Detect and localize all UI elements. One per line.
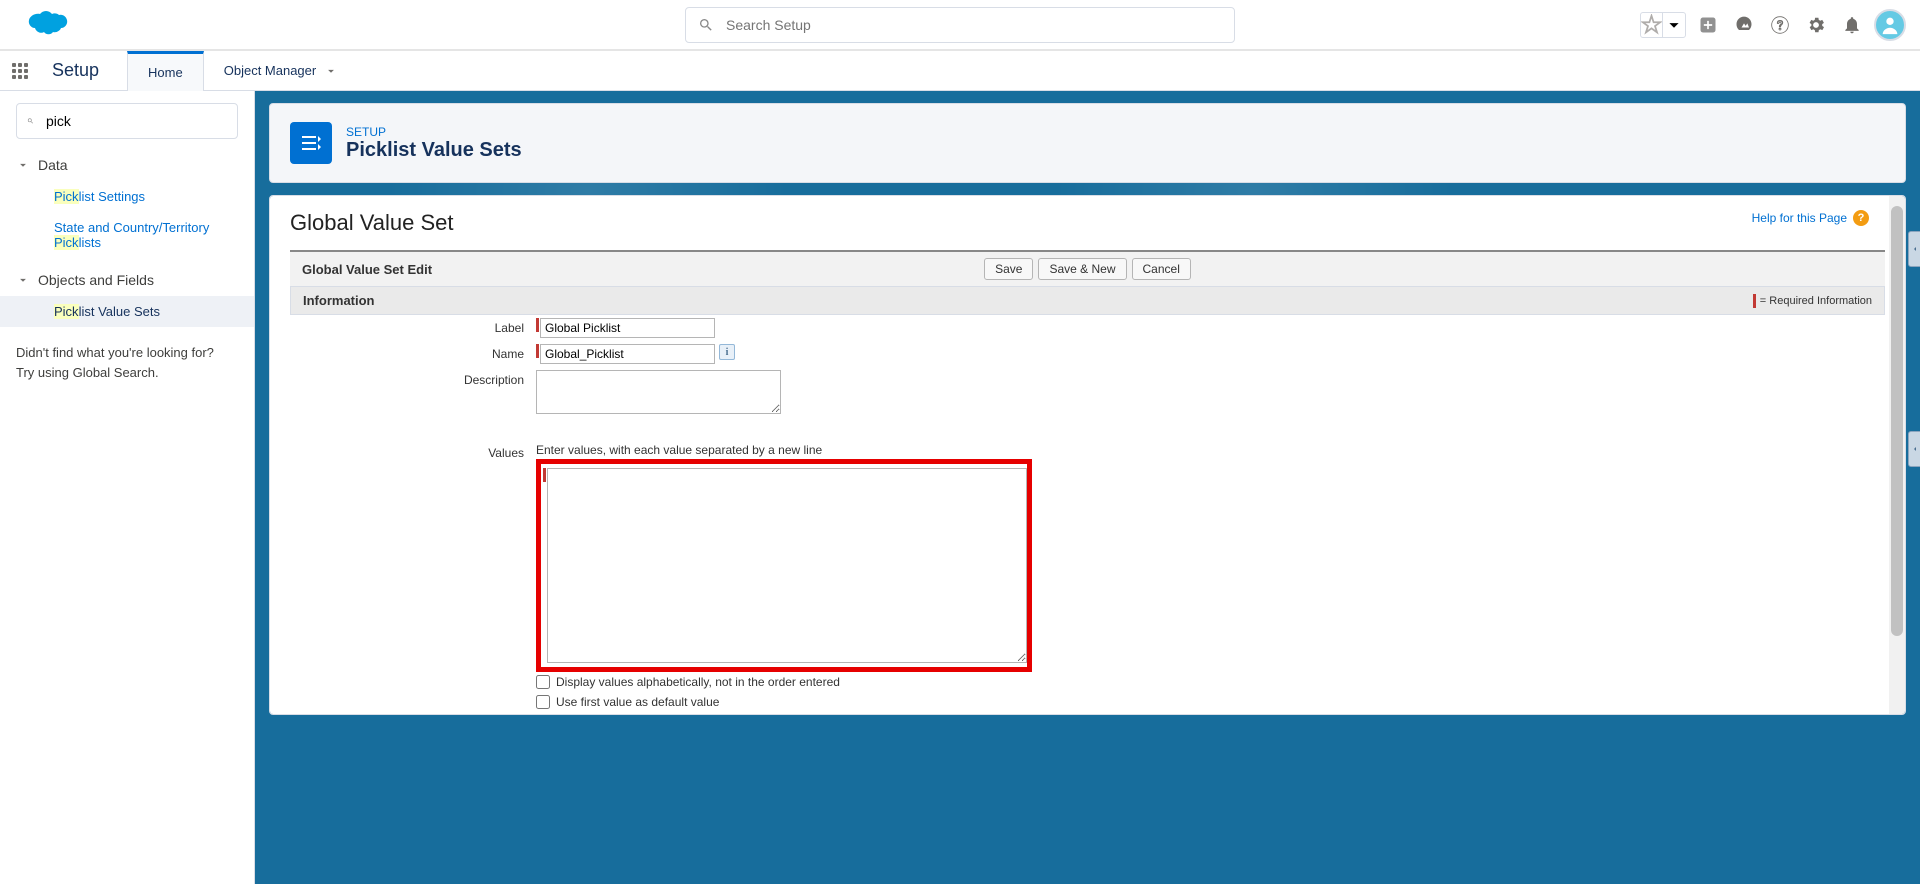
chevron-down-icon bbox=[1663, 14, 1685, 36]
field-label: Name bbox=[492, 347, 524, 361]
footer-text: Try using Global Search. bbox=[16, 363, 238, 383]
scrollbar-thumb[interactable] bbox=[1891, 206, 1903, 636]
values-highlight-box bbox=[536, 459, 1032, 672]
checkbox-display-alpha[interactable] bbox=[536, 675, 550, 689]
setup-sidebar: Data Picklist Settings State and Country… bbox=[0, 91, 255, 884]
salesforce-logo[interactable] bbox=[20, 8, 68, 42]
app-launcher[interactable] bbox=[0, 63, 40, 79]
section-label: Information bbox=[303, 293, 375, 308]
sidebar-item-picklist-value-sets[interactable]: Picklist Value Sets bbox=[0, 296, 254, 327]
chevron-down-icon bbox=[16, 273, 30, 287]
chevron-left-icon bbox=[1911, 445, 1919, 453]
content-area: SETUP Picklist Value Sets Help for this … bbox=[255, 91, 1920, 884]
page-eyebrow: SETUP bbox=[346, 125, 522, 139]
section-label: Global Value Set Edit bbox=[302, 262, 432, 277]
add-button[interactable] bbox=[1694, 11, 1722, 39]
svg-text:?: ? bbox=[1776, 17, 1783, 32]
checkbox-label: Use first value as default value bbox=[556, 695, 719, 709]
global-search[interactable] bbox=[685, 7, 1235, 43]
trailhead-button[interactable] bbox=[1730, 11, 1758, 39]
footer-text: Didn't find what you're looking for? bbox=[16, 343, 238, 363]
chevron-down-icon bbox=[16, 158, 30, 172]
plus-icon bbox=[1698, 15, 1718, 35]
favorites-button[interactable] bbox=[1640, 12, 1686, 38]
picklist-icon bbox=[299, 131, 323, 155]
global-search-input[interactable] bbox=[726, 17, 1222, 33]
name-input[interactable] bbox=[540, 344, 715, 364]
item-label: State and Country/Territory bbox=[54, 220, 238, 235]
detail-panel: Help for this Page ? Global Value Set Gl… bbox=[269, 195, 1906, 715]
help-button[interactable]: ? bbox=[1766, 11, 1794, 39]
page-header: SETUP Picklist Value Sets bbox=[269, 103, 1906, 183]
field-label: Description bbox=[464, 373, 524, 387]
setup-gear-button[interactable] bbox=[1802, 11, 1830, 39]
info-icon[interactable]: i bbox=[719, 344, 735, 360]
item-label: list Settings bbox=[79, 189, 145, 204]
form-table: Label Name i Description bbox=[290, 315, 1885, 715]
help-icon: ? bbox=[1853, 210, 1869, 226]
app-name: Setup bbox=[40, 60, 127, 81]
label-input[interactable] bbox=[540, 318, 715, 338]
required-indicator bbox=[536, 318, 539, 332]
save-new-button[interactable]: Save & New bbox=[1038, 258, 1126, 280]
bell-icon bbox=[1842, 15, 1862, 35]
checkbox-label: Display values alphabetically, not in th… bbox=[556, 675, 840, 689]
sidebar-search[interactable] bbox=[16, 103, 238, 139]
scrollbar[interactable] bbox=[1889, 196, 1905, 714]
cancel-button[interactable]: Cancel bbox=[1132, 258, 1191, 280]
notifications-button[interactable] bbox=[1838, 11, 1866, 39]
tab-home[interactable]: Home bbox=[127, 51, 204, 91]
sidebar-search-input[interactable] bbox=[46, 113, 227, 129]
edit-section-bar: Global Value Set Edit Save Save & New Ca… bbox=[290, 250, 1885, 286]
chevron-left-icon bbox=[1911, 245, 1919, 253]
search-icon bbox=[27, 113, 34, 129]
help-link-label: Help for this Page bbox=[1752, 211, 1847, 225]
global-header: ? bbox=[0, 0, 1920, 51]
checkbox-alpha-row: Display values alphabetically, not in th… bbox=[536, 672, 1879, 692]
required-indicator bbox=[536, 344, 539, 358]
tab-label: Home bbox=[148, 65, 183, 80]
checkbox-default-value[interactable] bbox=[536, 695, 550, 709]
chevron-down-icon bbox=[324, 64, 338, 78]
tab-object-manager[interactable]: Object Manager bbox=[204, 51, 359, 91]
tree-group-label: Objects and Fields bbox=[38, 272, 154, 288]
avatar-icon bbox=[1879, 14, 1901, 36]
tab-label: Object Manager bbox=[224, 63, 317, 78]
save-button[interactable]: Save bbox=[984, 258, 1033, 280]
match-highlight: Pick bbox=[54, 235, 79, 250]
information-section-bar: Information = Required Information bbox=[290, 286, 1885, 315]
tree-group-objects-fields[interactable]: Objects and Fields bbox=[0, 264, 254, 296]
required-indicator bbox=[543, 468, 546, 482]
match-highlight: Pick bbox=[54, 189, 79, 204]
collapse-handle[interactable] bbox=[1908, 231, 1920, 267]
values-input[interactable] bbox=[547, 468, 1027, 663]
tree-group-label: Data bbox=[38, 157, 68, 173]
trailhead-icon bbox=[1734, 15, 1754, 35]
user-avatar[interactable] bbox=[1874, 9, 1906, 41]
context-bar: Setup Home Object Manager bbox=[0, 51, 1920, 91]
field-label: Values bbox=[488, 446, 524, 460]
field-label: Label bbox=[495, 321, 524, 335]
item-label: list Value Sets bbox=[79, 304, 160, 319]
search-icon bbox=[698, 17, 714, 33]
help-link[interactable]: Help for this Page ? bbox=[1752, 210, 1869, 226]
sidebar-item-picklist-settings[interactable]: Picklist Settings bbox=[0, 181, 254, 212]
description-input[interactable] bbox=[536, 370, 781, 414]
values-hint: Enter values, with each value separated … bbox=[536, 443, 1879, 457]
collapse-handle[interactable] bbox=[1908, 431, 1920, 467]
tree-group-data[interactable]: Data bbox=[0, 149, 254, 181]
question-icon: ? bbox=[1770, 15, 1790, 35]
panel-title: Global Value Set bbox=[290, 210, 1885, 236]
checkbox-default-row: Use first value as default value bbox=[536, 692, 1879, 712]
gear-icon bbox=[1806, 15, 1826, 35]
required-note: = Required Information bbox=[1753, 294, 1872, 308]
waffle-icon bbox=[12, 63, 28, 79]
sidebar-footer: Didn't find what you're looking for? Try… bbox=[0, 327, 254, 398]
sidebar-item-state-country-picklists[interactable]: State and Country/Territory Picklists bbox=[0, 212, 254, 258]
page-title: Picklist Value Sets bbox=[346, 139, 522, 162]
item-label: lists bbox=[79, 235, 101, 250]
star-icon bbox=[1641, 14, 1662, 35]
match-highlight: Pick bbox=[54, 304, 79, 319]
page-icon bbox=[290, 122, 332, 164]
